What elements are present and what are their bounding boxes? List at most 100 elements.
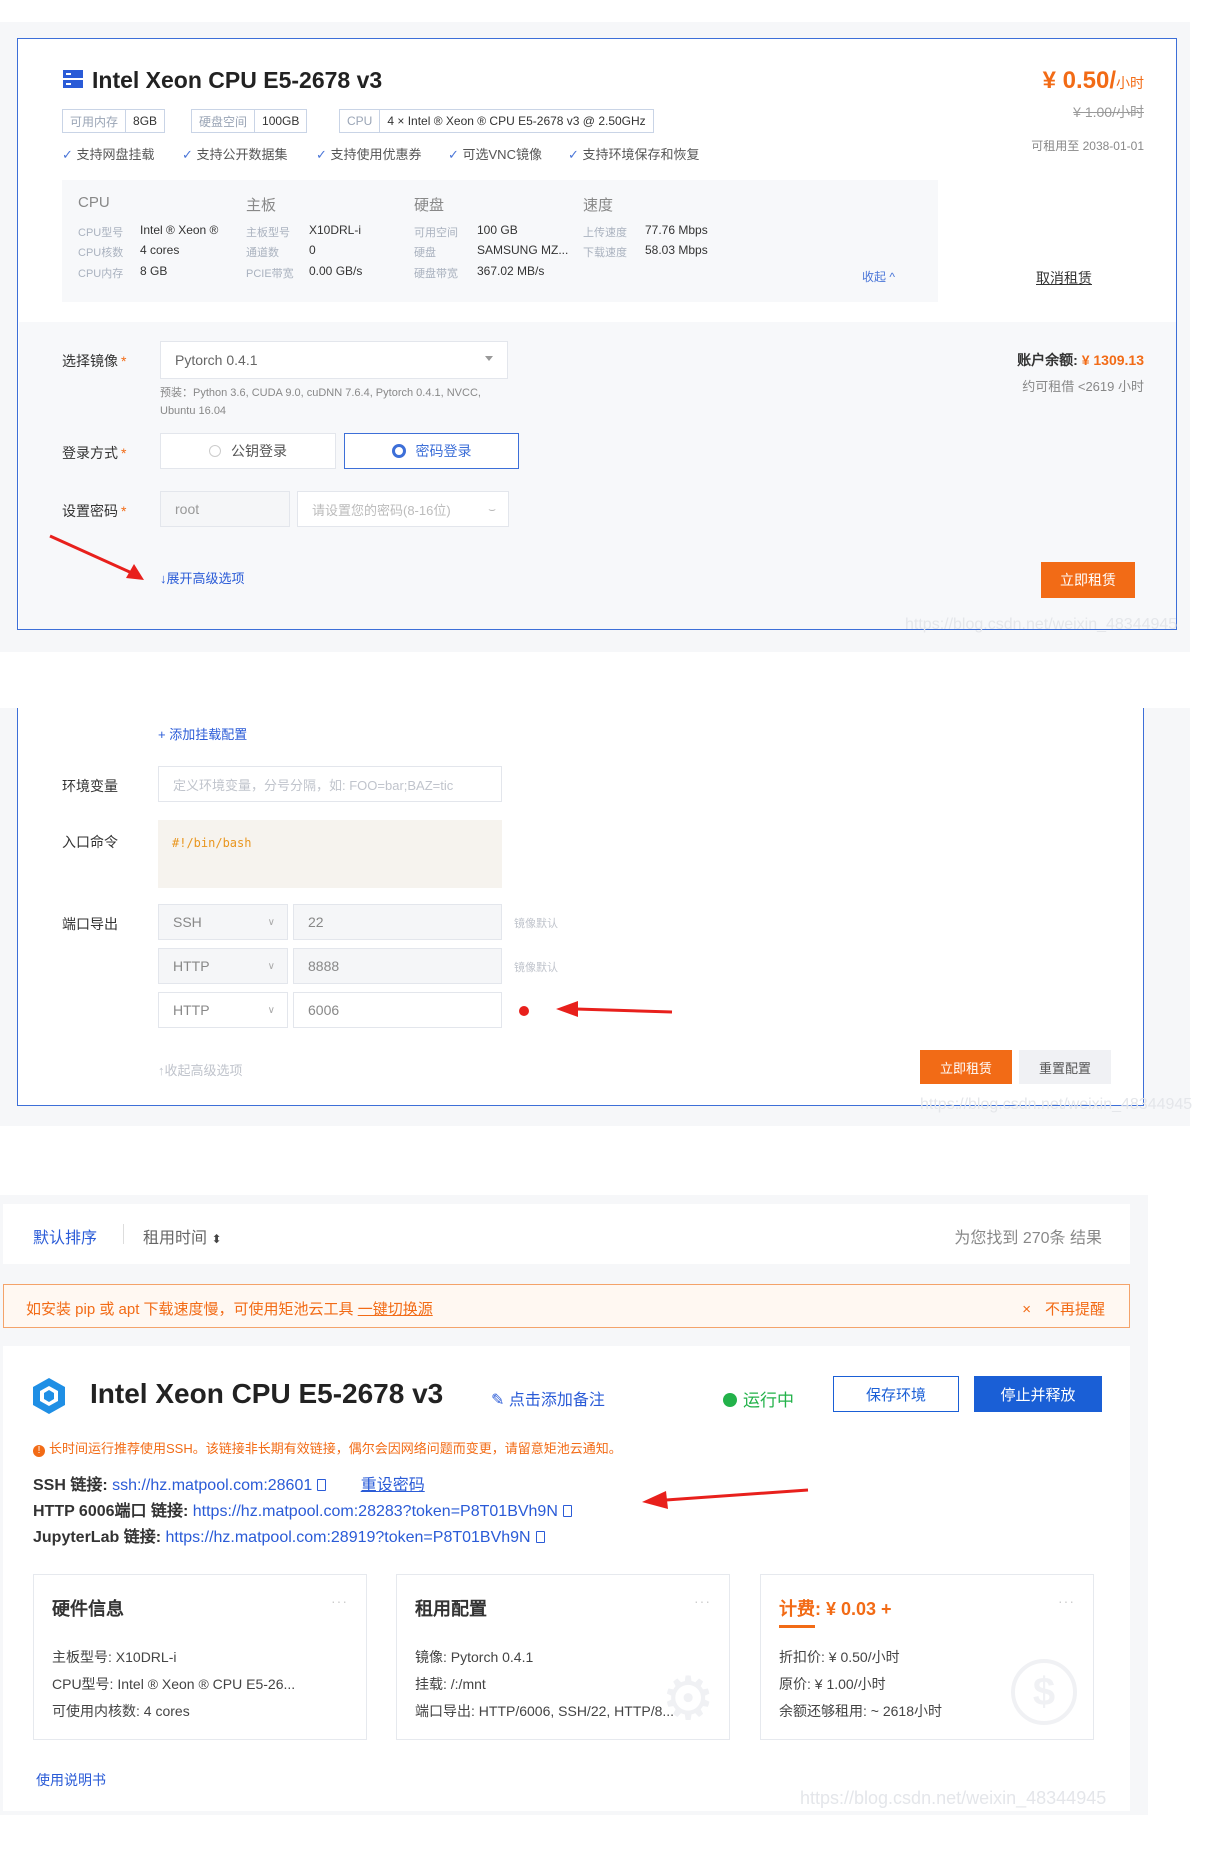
spec-board-heading: 主板 [246, 197, 277, 214]
memory-tag: 可用内存 8GB [62, 109, 166, 133]
port-protocol-select[interactable]: HTTP ∨ [158, 992, 288, 1028]
save-env-button[interactable]: 保存环境 [833, 1376, 959, 1412]
port-protocol-select[interactable]: SSH ∨ [158, 904, 288, 940]
reset-password-link[interactable]: 重设密码 [361, 1477, 425, 1494]
original-price: ¥ 1.00/小时 [1073, 104, 1144, 120]
spec-value: Intel ® Xeon ® [140, 223, 219, 237]
machine-config-panel: Intel Xeon CPU E5-2678 v3 可用内存 8GB 硬盘空间 10… [17, 38, 1177, 630]
remove-port-icon[interactable] [519, 1006, 529, 1016]
spec-value: 0.00 GB/s [309, 264, 363, 278]
entry-command-editor[interactable]: #!/bin/bash [158, 820, 502, 888]
card-title: 硬件信息 [52, 1599, 124, 1619]
card-line: 挂载: /:/mnt [415, 1676, 486, 1692]
login-pubkey-radio[interactable]: 公钥登录 [160, 433, 336, 469]
expand-advanced-link[interactable]: ↓展开高级选项 [160, 568, 245, 587]
stop-release-button[interactable]: 停止并释放 [974, 1376, 1102, 1412]
add-mount-link[interactable]: + 添加挂载配置 [158, 724, 247, 743]
dismiss-notice[interactable]: × 不再提醒 [1022, 1298, 1105, 1319]
close-icon: × [1022, 1301, 1031, 1318]
entry-label: 入口命令 [62, 834, 118, 850]
chevron-up-icon: ^ [886, 270, 895, 284]
feature-item: 可选VNC镜像 [448, 144, 542, 163]
username-field: root [160, 491, 290, 527]
rent-until: 可租用至 2038-01-01 [1031, 139, 1144, 153]
card-line: 余额还够租用: ~ 2618小时 [779, 1703, 942, 1719]
password-input[interactable]: 请设置您的密码(8-16位) ⌣ [297, 491, 509, 527]
collapse-advanced-link[interactable]: ↑收起高级选项 [158, 1060, 243, 1079]
radio-off-icon [209, 445, 221, 457]
manual-link[interactable]: 使用说明书 [36, 1770, 106, 1790]
jupyterlab-link[interactable]: https://hz.matpool.com:28919?token=P8T01… [165, 1529, 530, 1546]
spec-value: 77.76 Mbps [645, 223, 708, 237]
more-icon[interactable]: ··· [1058, 1593, 1075, 1609]
spec-value: 100 GB [477, 223, 518, 237]
ssh-link-row: SSH 链接: ssh://hz.matpool.com:28601 重设密码 [33, 1477, 425, 1494]
more-icon[interactable]: ··· [331, 1593, 348, 1609]
login-label: 登录方式 * [62, 445, 127, 461]
feature-item: 支持网盘挂载 [62, 144, 155, 163]
sort-arrows-icon: ⬍ [211, 1232, 222, 1246]
cpu-tag: CPU 4 × Intel ® Xeon ® CPU E5-2678 v3 @ 2… [339, 109, 654, 133]
more-icon[interactable]: ··· [694, 1593, 711, 1609]
balance-hours: 约可租借 <2619 小时 [1022, 379, 1144, 394]
notice-bar: 如安装 pip 或 apt 下载速度慢，可使用矩池云工具 一键切换源 × 不再提醒 [3, 1284, 1130, 1328]
sort-divider [123, 1224, 124, 1244]
port-number-input[interactable]: 8888 [293, 948, 502, 984]
rent-config-card: 租用配置 ··· 镜像: Pytorch 0.4.1 挂载: /:/mnt 端口… [396, 1574, 730, 1740]
status-badge: 运行中 [723, 1386, 794, 1411]
env-input[interactable]: 定义环境变量，分号分隔，如: FOO=bar;BAZ=tic [158, 766, 502, 802]
instance-card: Intel Xeon CPU E5-2678 v3 ✎ 点击添加备注 运行中 保… [3, 1346, 1130, 1811]
machine-title: Intel Xeon CPU E5-2678 v3 [92, 67, 383, 93]
card-line: 主板型号: X10DRL-i [52, 1649, 177, 1665]
hardware-card: 硬件信息 ··· 主板型号: X10DRL-i CPU型号: Intel ® X… [33, 1574, 367, 1740]
sort-time-tab[interactable]: 租用时间 ⬍ [143, 1224, 222, 1248]
gear-icon: ⚙ [661, 1665, 715, 1732]
rent-now-button[interactable]: 立即租赁 [1041, 562, 1135, 598]
copy-icon[interactable] [562, 1505, 572, 1517]
sort-default-tab[interactable]: 默认排序 [33, 1224, 97, 1248]
add-note-link[interactable]: ✎ 点击添加备注 [491, 1386, 605, 1410]
spec-key: 上传速度 [583, 227, 627, 239]
login-password-radio[interactable]: 密码登录 [344, 433, 519, 469]
image-select[interactable]: Pytorch 0.4.1 [160, 341, 508, 379]
http-link[interactable]: https://hz.matpool.com:28283?token=P8T01… [193, 1503, 558, 1520]
red-arrow-annotation [556, 1001, 673, 1017]
spec-value: 8 GB [140, 264, 168, 278]
port-number-input[interactable]: 6006 [293, 992, 502, 1028]
port-label: 端口导出 [62, 916, 118, 932]
spec-key: PCIE带宽 [246, 268, 294, 280]
card-line: 原价: ¥ 1.00/小时 [779, 1676, 886, 1692]
billing-card: 计费: ¥ 0.03 + ··· 折扣价: ¥ 0.50/小时 原价: ¥ 1.… [760, 1574, 1094, 1740]
collapse-specs-link[interactable]: 收起 ^ [862, 268, 895, 285]
advanced-options-panel: + 添加挂载配置 环境变量 定义环境变量，分号分隔，如: FOO=bar;BAZ… [17, 708, 1144, 1106]
spec-key: 主板型号 [246, 227, 290, 239]
cancel-rent-link[interactable]: 取消租赁 [1036, 268, 1092, 288]
password-label: 设置密码 * [62, 503, 127, 519]
spec-key: CPU核数 [78, 247, 124, 259]
port-note: 镜像默认 [514, 918, 558, 930]
hexagon-logo-icon [33, 1378, 65, 1414]
instance-title: Intel Xeon CPU E5-2678 v3 [90, 1378, 444, 1409]
rent-now-button[interactable]: 立即租赁 [920, 1050, 1012, 1084]
spec-key: 硬盘带宽 [414, 268, 458, 280]
port-number-input[interactable]: 22 [293, 904, 502, 940]
port-protocol-select[interactable]: HTTP ∨ [158, 948, 288, 984]
env-label: 环境变量 [62, 778, 118, 794]
card-line: 镜像: Pytorch 0.4.1 [415, 1649, 534, 1665]
feature-item: 支持环境保存和恢复 [568, 144, 700, 163]
copy-icon[interactable] [317, 1479, 327, 1491]
switch-source-link[interactable]: 一键切换源 [358, 1301, 433, 1318]
watermark: https://blog.csdn.net/weixin_48344945 [800, 1788, 1107, 1808]
red-arrow-annotation [642, 1488, 809, 1509]
notice-text: 如安装 pip 或 apt 下载速度慢，可使用矩池云工具 一键切换源 [26, 1301, 433, 1318]
preinstall-info: 预装：Python 3.6, CUDA 9.0, cuDNN 7.6.4, Py… [160, 387, 481, 417]
ssh-link[interactable]: ssh://hz.matpool.com:28601 [112, 1477, 312, 1494]
eye-icon[interactable]: ⌣ [488, 502, 496, 517]
result-count: 为您找到 270条 结果 [954, 1230, 1102, 1247]
spec-value: 58.03 Mbps [645, 243, 708, 257]
copy-icon[interactable] [535, 1531, 545, 1543]
spec-value: SAMSUNG MZ... [477, 243, 569, 257]
reset-config-button[interactable]: 重置配置 [1019, 1050, 1111, 1084]
port-note: 镜像默认 [514, 962, 558, 974]
caret-down-icon [485, 356, 493, 361]
